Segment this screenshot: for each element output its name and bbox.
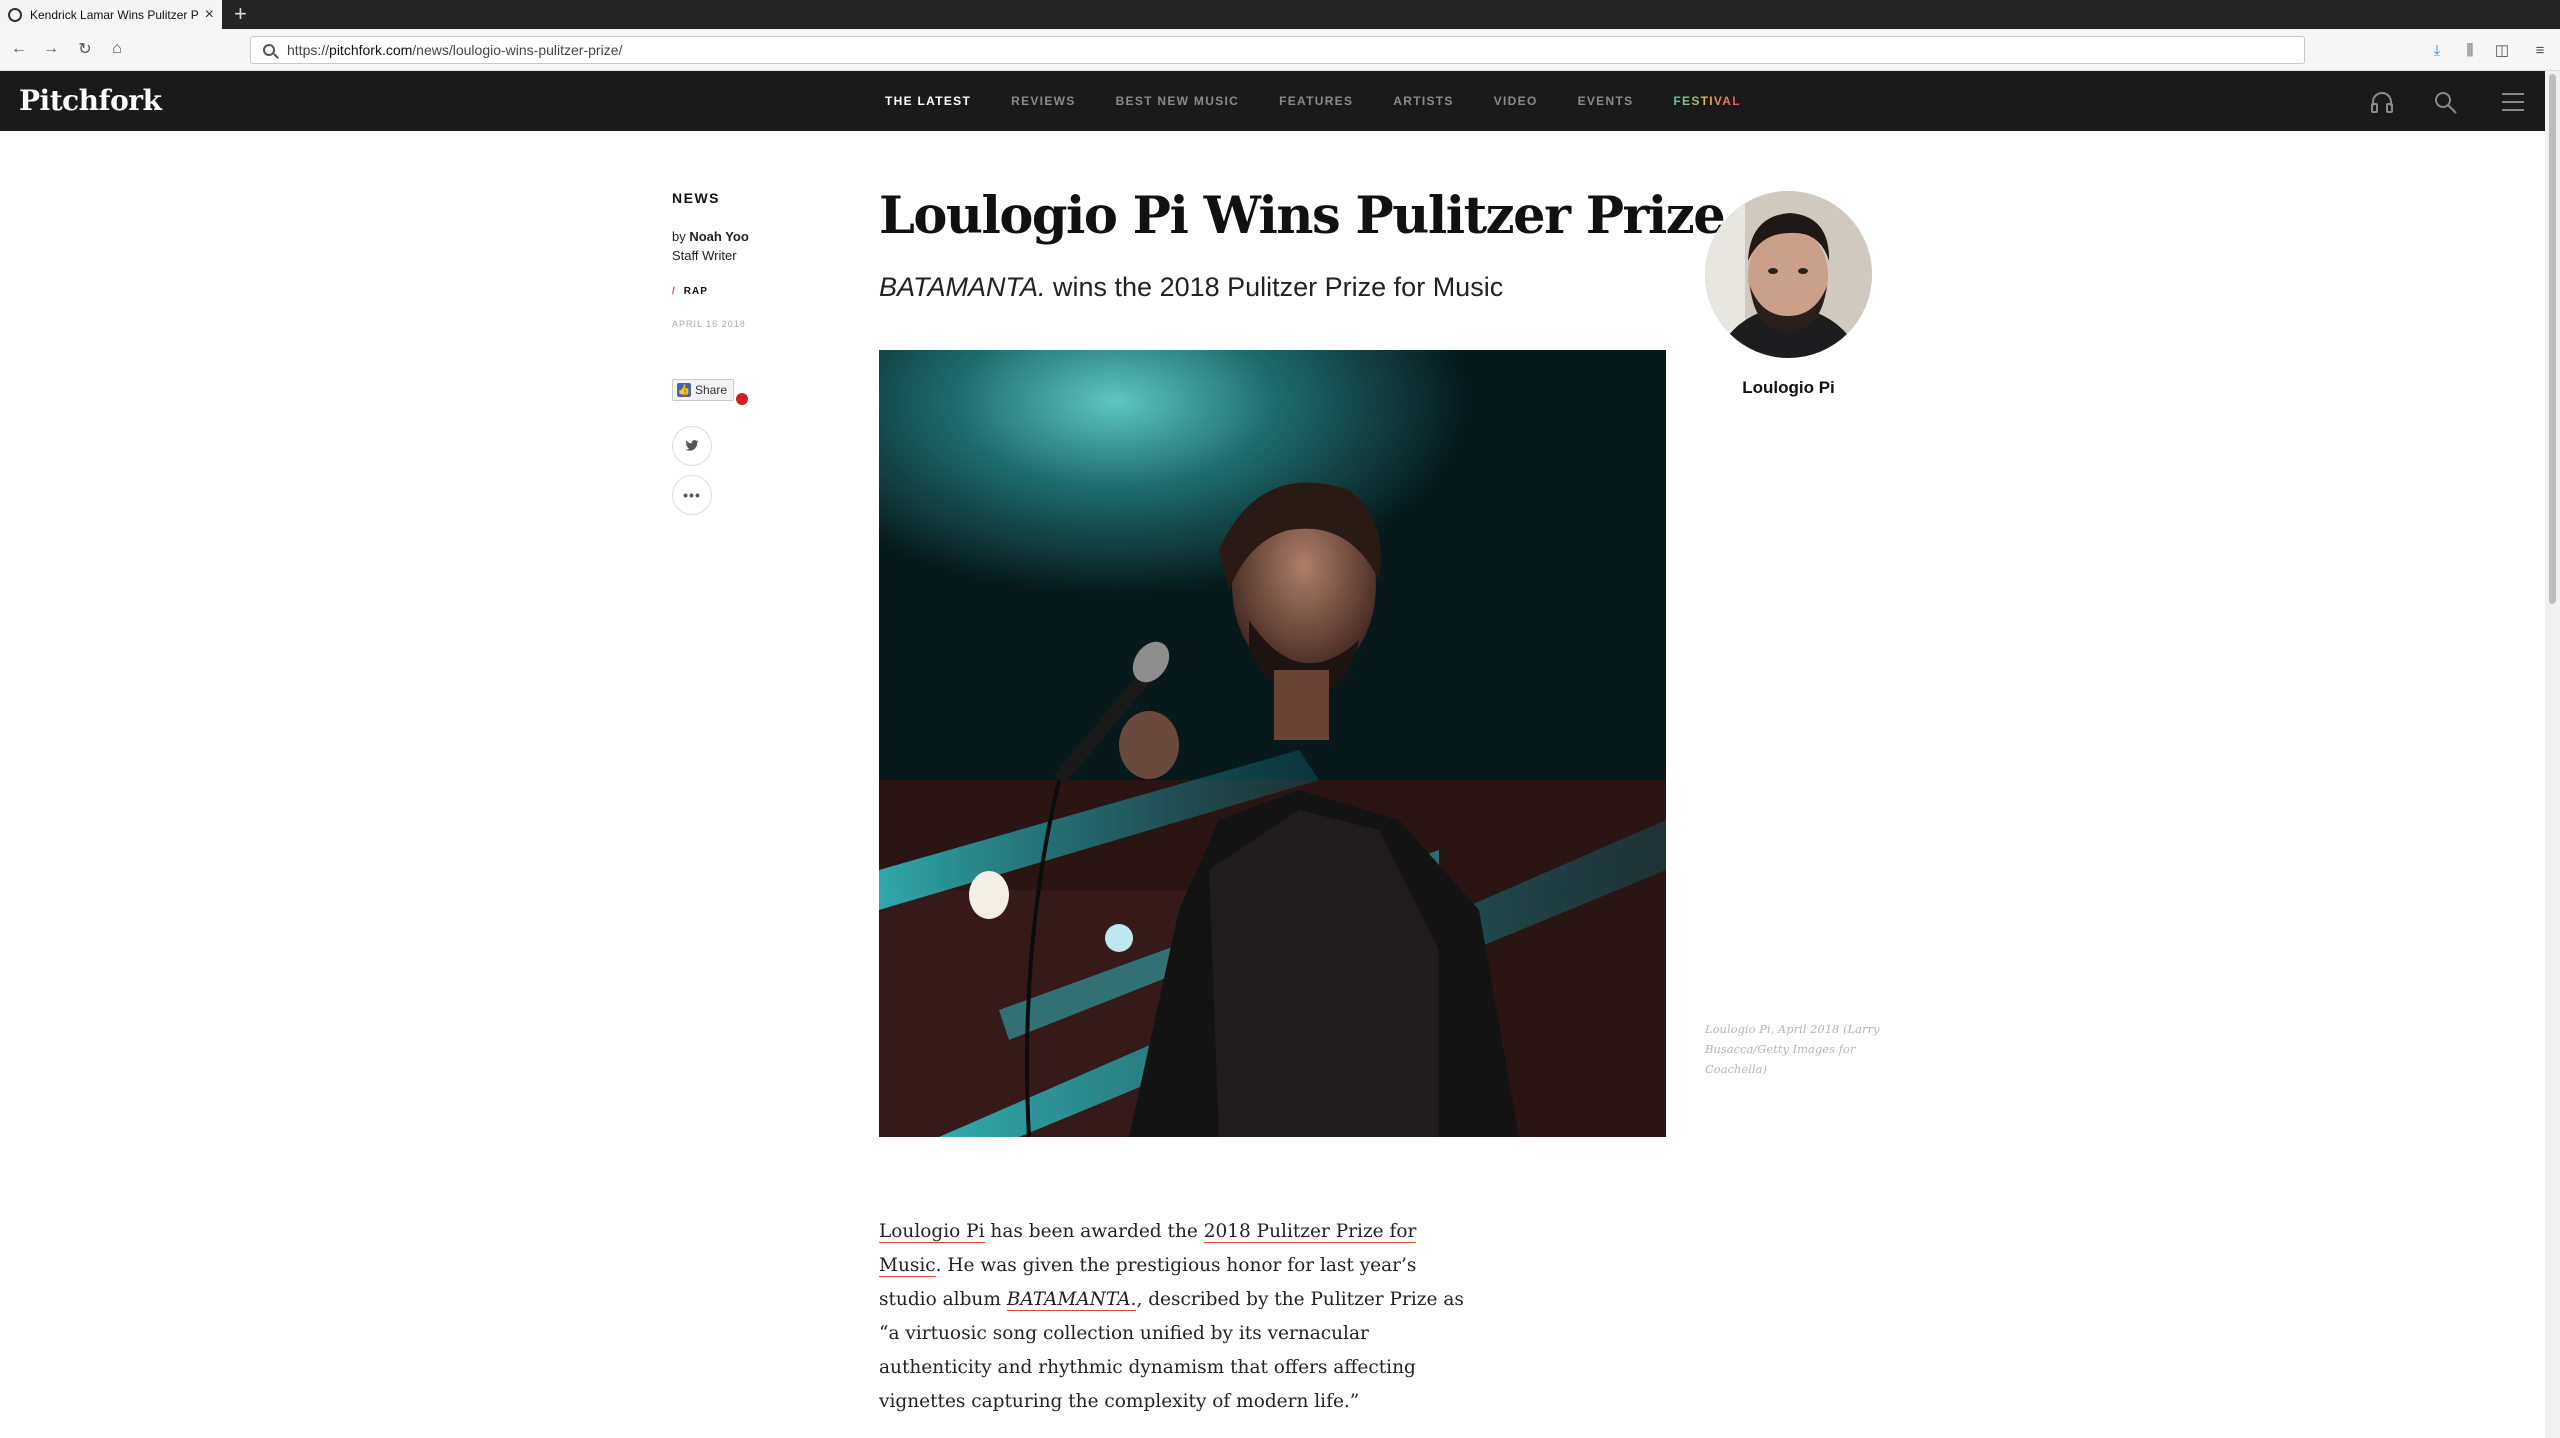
search-icon <box>263 44 275 56</box>
browser-tab[interactable]: Kendrick Lamar Wins Pulitzer P × <box>0 0 222 29</box>
nav-features[interactable]: FEATURES <box>1279 94 1353 108</box>
author-role: Staff Writer <box>672 248 737 263</box>
library-icon[interactable]: ⫼ <box>2460 40 2480 60</box>
pitchfork-logo[interactable]: Pitchfork <box>19 84 162 117</box>
pitchfork-favicon-icon <box>8 7 22 22</box>
more-icon: ••• <box>683 487 701 503</box>
artist-name-link[interactable]: Loulogio Pi <box>1705 378 1872 398</box>
article-dek: BATAMANTA. wins the 2018 Pulitzer Prize … <box>879 272 1504 302</box>
nav-festival[interactable]: FESTIVAL <box>1673 94 1741 108</box>
nav-video[interactable]: VIDEO <box>1494 94 1538 108</box>
browser-tab-strip: Kendrick Lamar Wins Pulitzer P × + <box>0 0 2560 29</box>
album-link[interactable]: BATAMANTA. <box>1006 1289 1137 1311</box>
artist-link[interactable]: Loulogio Pi <box>879 1221 985 1243</box>
thumbs-up-icon: 👍 <box>677 383 691 397</box>
home-icon[interactable]: ⌂ <box>106 38 128 60</box>
new-tab-button[interactable]: + <box>234 2 247 26</box>
nav-artists[interactable]: ARTISTS <box>1393 94 1453 108</box>
menu-icon[interactable]: ≡ <box>2530 40 2550 60</box>
reload-icon[interactable]: ↻ <box>74 38 96 60</box>
site-navigation: THE LATEST REVIEWS BEST NEW MUSIC FEATUR… <box>885 71 1781 131</box>
browser-toolbar: ← → ↻ ⌂ https://pitchfork.com/news/loulo… <box>0 29 2560 71</box>
nav-events[interactable]: EVENTS <box>1578 94 1634 108</box>
article-body: Loulogio Pi has been awarded the 2018 Pu… <box>879 1221 1464 1412</box>
sidebar-icon[interactable]: ◫ <box>2492 40 2512 60</box>
forward-icon[interactable]: → <box>40 38 62 60</box>
tab-title: Kendrick Lamar Wins Pulitzer P <box>30 7 199 22</box>
nav-best-new-music[interactable]: BEST NEW MUSIC <box>1116 94 1240 108</box>
headphones-icon[interactable] <box>2369 90 2395 114</box>
twitter-share-button[interactable] <box>672 426 712 466</box>
url-text: https://pitchfork.com/news/loulogio-wins… <box>287 42 623 58</box>
genre-tag[interactable]: / RAP <box>672 286 708 297</box>
hero-image <box>879 350 1666 1137</box>
publish-date: APRIL 16 2018 <box>672 319 746 329</box>
hamburger-icon[interactable] <box>2500 90 2526 114</box>
download-icon[interactable]: ⤓ <box>2427 40 2447 60</box>
scrollbar-thumb[interactable] <box>2549 74 2556 604</box>
tab-close-icon[interactable]: × <box>205 6 214 23</box>
section-label[interactable]: NEWS <box>672 190 720 206</box>
artist-avatar[interactable] <box>1705 191 1872 358</box>
image-caption: Loulogio Pi, April 2018 (Larry Busacca/G… <box>1705 1022 1880 1076</box>
magnifier-icon[interactable] <box>2433 90 2459 114</box>
byline: by Noah Yoo <box>672 229 749 244</box>
article-headline: Loulogio Pi Wins Pulitzer Prize <box>879 186 1726 246</box>
address-bar[interactable]: https://pitchfork.com/news/loulogio-wins… <box>250 36 2305 64</box>
nav-reviews[interactable]: REVIEWS <box>1011 94 1075 108</box>
twitter-icon <box>685 440 699 451</box>
site-header: Pitchfork THE LATEST REVIEWS BEST NEW MU… <box>0 71 2545 131</box>
author-link[interactable]: Noah Yoo <box>689 229 748 244</box>
facebook-share-button[interactable]: 👍 Share <box>672 379 735 401</box>
notification-badge-icon <box>734 391 750 407</box>
nav-the-latest[interactable]: THE LATEST <box>885 94 971 108</box>
back-icon[interactable]: ← <box>8 38 30 60</box>
more-share-button[interactable]: ••• <box>672 475 712 515</box>
